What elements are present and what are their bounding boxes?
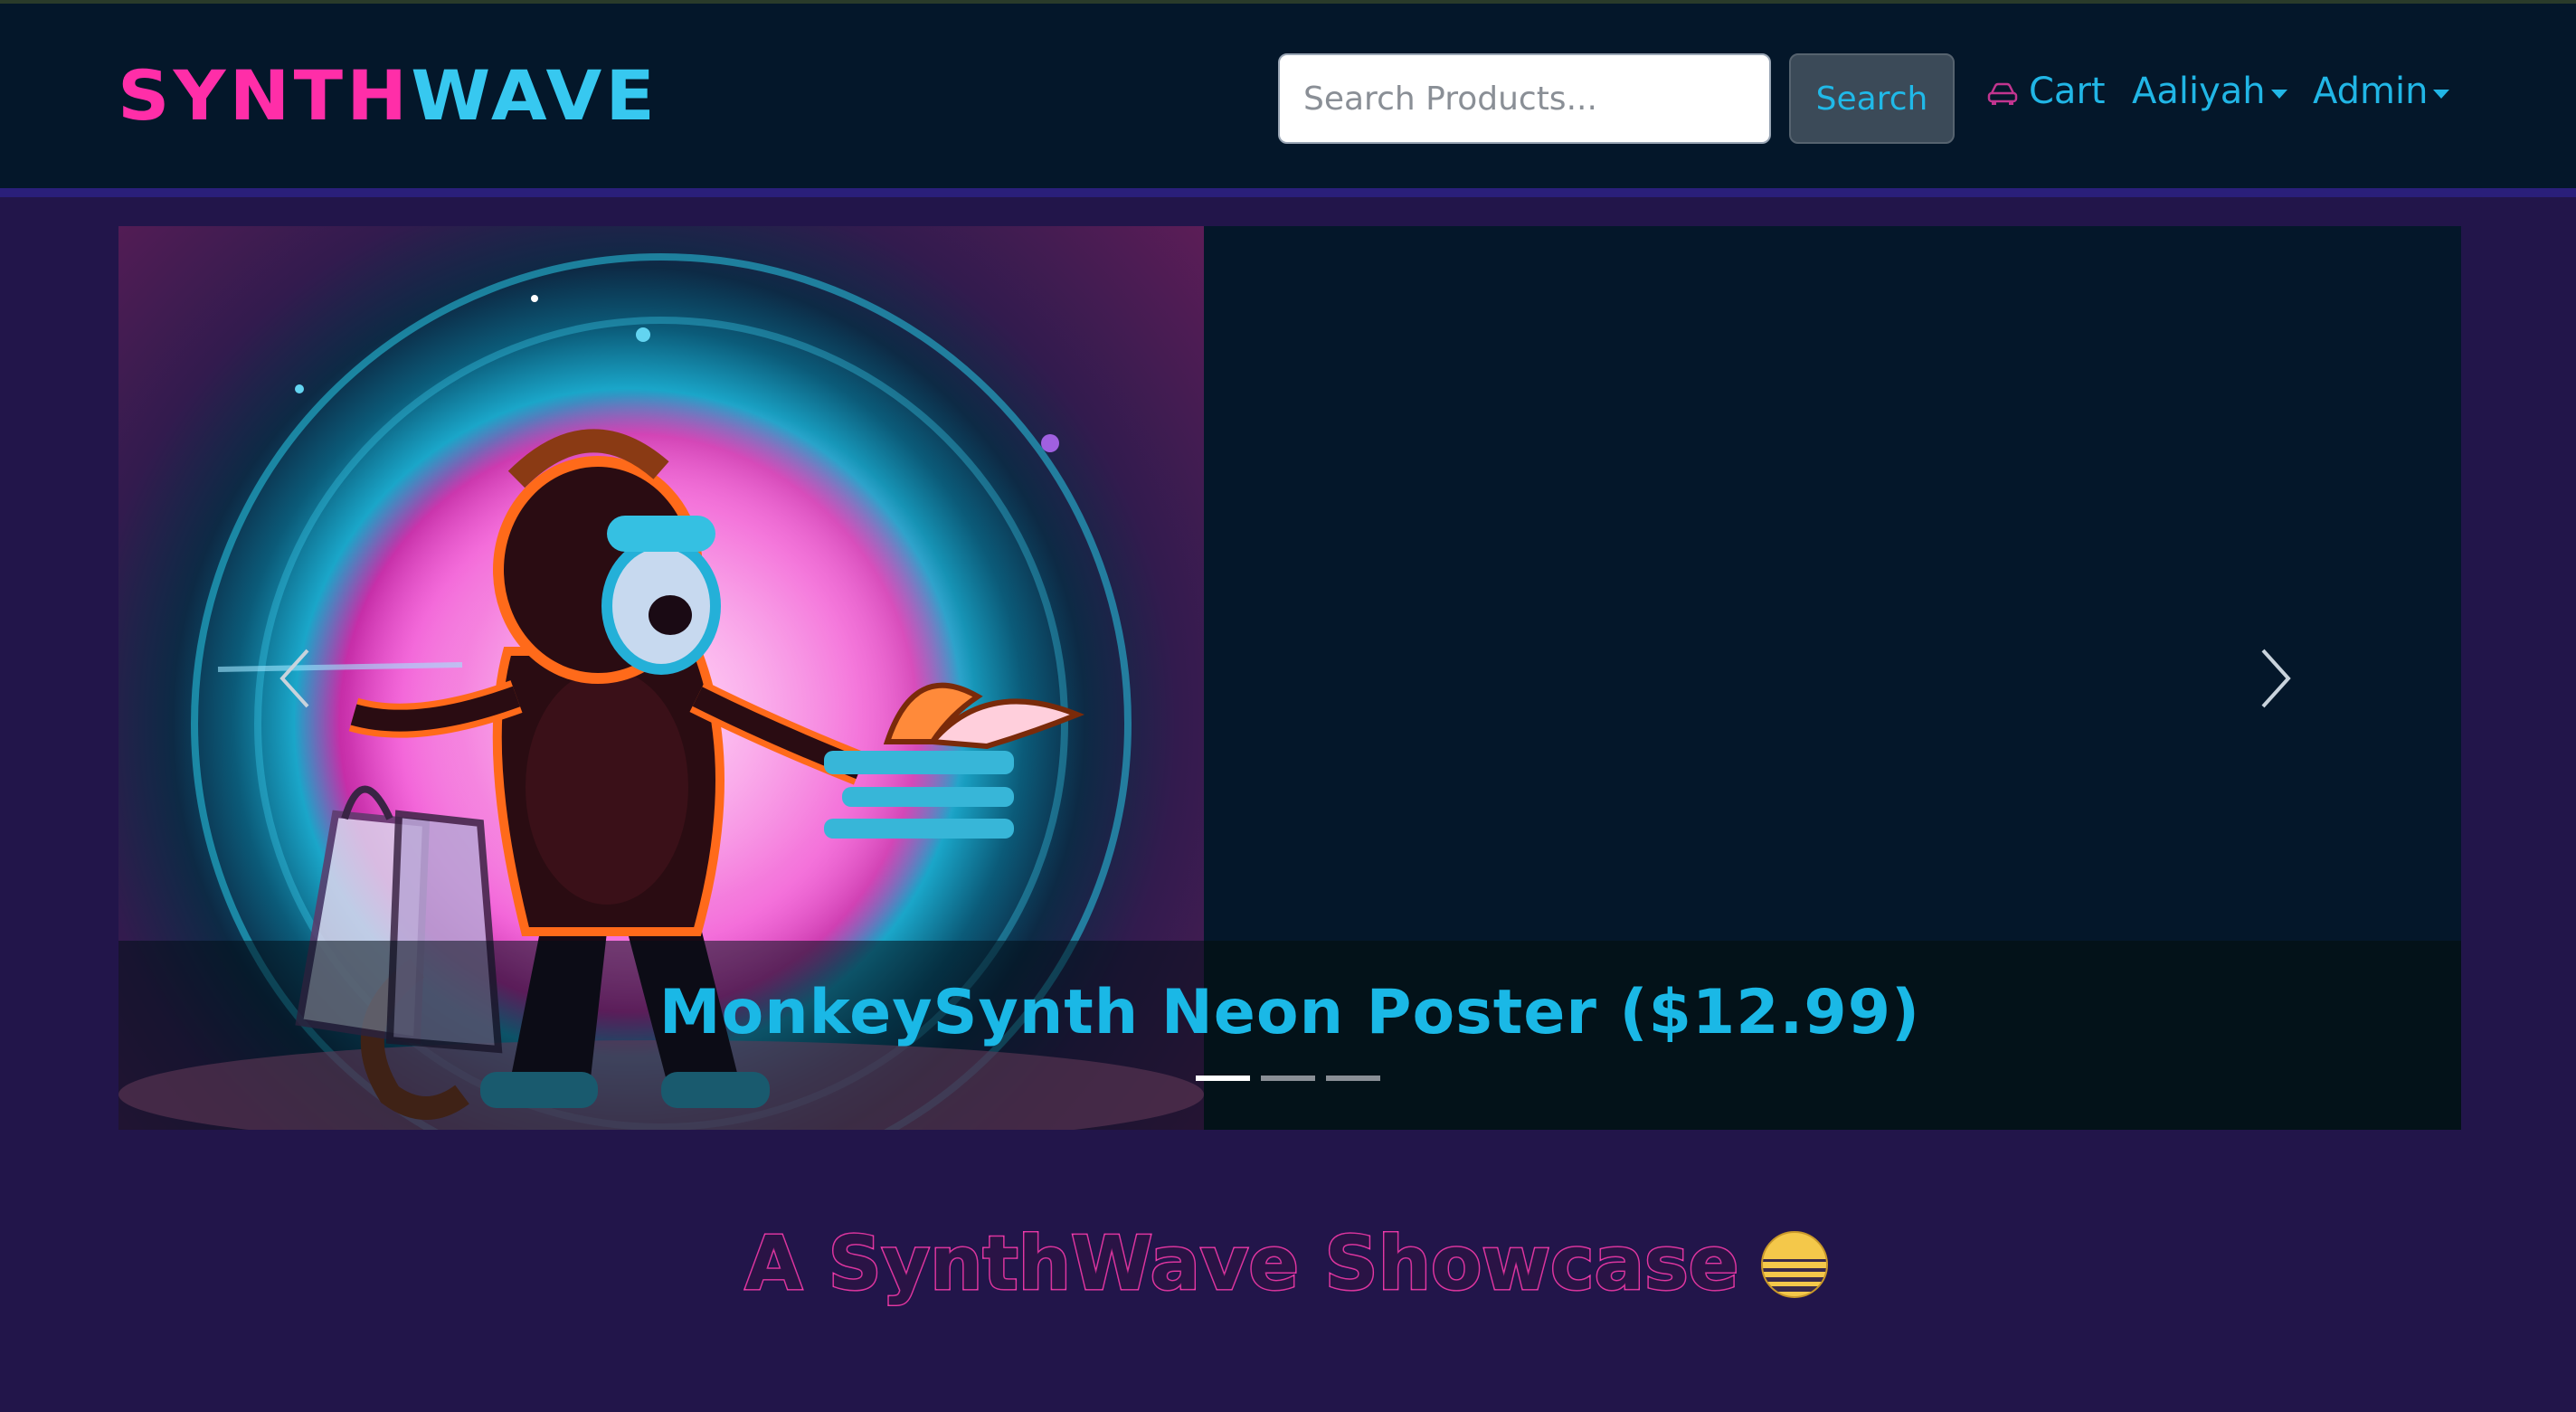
admin-menu-label: Admin xyxy=(2313,71,2429,112)
search-input[interactable] xyxy=(1278,53,1771,144)
brand-logo-part-synth: SYNTH xyxy=(118,55,412,136)
carousel-indicator-2[interactable] xyxy=(1261,1076,1315,1081)
cart-label: Cart xyxy=(2029,71,2106,112)
brand-logo-part-wave: WAVE xyxy=(411,55,659,136)
user-menu-label: Aaliyah xyxy=(2132,71,2266,112)
carousel-indicator-1[interactable] xyxy=(1196,1076,1250,1081)
navbar-underline xyxy=(0,188,2576,197)
carousel-indicator-3[interactable] xyxy=(1326,1076,1380,1081)
showcase-heading-text: A SynthWave Showcase xyxy=(743,1220,1740,1309)
admin-menu-dropdown[interactable]: Admin xyxy=(2313,62,2450,120)
showcase-heading: A SynthWave Showcase xyxy=(0,1220,2576,1309)
cart-link[interactable]: Cart xyxy=(1987,62,2106,120)
chevron-right-icon xyxy=(2261,649,2291,708)
search-button[interactable]: Search xyxy=(1789,53,1955,144)
caret-down-icon xyxy=(2270,90,2287,99)
carousel-indicators xyxy=(1196,1076,1380,1081)
caret-down-icon xyxy=(2433,90,2450,99)
carousel-caption[interactable]: MonkeySynth Neon Poster ($12.99) xyxy=(118,977,2461,1048)
product-carousel: MonkeySynth Neon Poster ($12.99) xyxy=(118,226,2461,1130)
chevron-left-icon xyxy=(279,649,309,708)
user-menu-dropdown[interactable]: Aaliyah xyxy=(2132,62,2287,120)
brand-logo[interactable]: SYNTHWAVE xyxy=(118,58,658,134)
carousel-next-button[interactable] xyxy=(2249,633,2303,724)
navbar: SYNTHWAVE Search Cart Aaliyah Admin xyxy=(0,4,2576,188)
carousel-prev-button[interactable] xyxy=(268,633,322,724)
sunset-icon xyxy=(1761,1230,1829,1298)
car-icon xyxy=(1987,82,2018,105)
